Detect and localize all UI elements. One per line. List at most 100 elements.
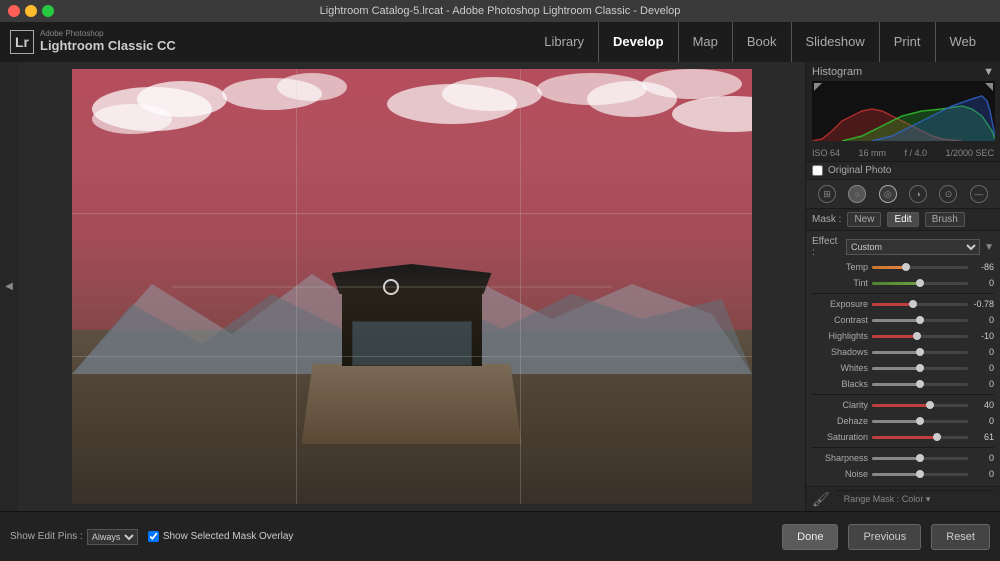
saturation-handle[interactable] <box>933 433 941 441</box>
dehaze-track[interactable] <box>872 420 968 423</box>
effect-select[interactable]: Custom <box>846 239 980 255</box>
histogram-triangle[interactable]: ▼ <box>983 66 994 78</box>
temp-handle[interactable] <box>902 263 910 271</box>
original-photo-checkbox[interactable] <box>812 165 823 176</box>
dehaze-handle[interactable] <box>916 417 924 425</box>
blacks-track[interactable] <box>872 383 968 386</box>
paintbrush-icon[interactable]: 🖌 <box>812 491 830 508</box>
show-overlay-label: Show Selected Mask Overlay <box>163 531 294 542</box>
contrast-label: Contrast <box>812 315 872 325</box>
temp-slider-row: Temp -86 <box>806 259 1000 275</box>
exposure-handle[interactable] <box>909 300 917 308</box>
graduated-filter-tool[interactable]: ◑ <box>909 185 927 203</box>
tint-handle[interactable] <box>916 279 924 287</box>
radial-filter-tool[interactable]: ⊙ <box>939 185 957 203</box>
mask-center-point[interactable] <box>383 279 399 295</box>
mask-row: Mask : New Edit Brush <box>806 209 1000 231</box>
reset-button[interactable]: Reset <box>931 524 990 550</box>
nav-web[interactable]: Web <box>936 22 991 62</box>
contrast-track[interactable] <box>872 319 968 322</box>
previous-button[interactable]: Previous <box>848 524 921 550</box>
whites-slider-row: Whites 0 <box>806 360 1000 376</box>
highlights-track[interactable] <box>872 335 968 338</box>
minimize-button[interactable] <box>25 5 37 17</box>
sharpness-value: 0 <box>968 453 994 463</box>
whites-track[interactable] <box>872 367 968 370</box>
traffic-lights <box>8 5 54 17</box>
mask-edit-button[interactable]: Edit <box>887 212 918 227</box>
shutter-speed: 1/2000 SEC <box>945 148 994 158</box>
always-select[interactable]: Always <box>87 529 138 545</box>
blacks-fill <box>872 383 920 386</box>
guide-horizontal-2 <box>72 356 752 357</box>
nav-book[interactable]: Book <box>733 22 792 62</box>
nav-print[interactable]: Print <box>880 22 936 62</box>
left-arrow-icon: ◀ <box>5 281 13 292</box>
clarity-value: 40 <box>968 400 994 410</box>
red-eye-tool[interactable]: ◎ <box>879 185 897 203</box>
blacks-label: Blacks <box>812 379 872 389</box>
right-panel: Histogram ▼ <box>805 62 1000 511</box>
crop-tool[interactable]: ⊞ <box>818 185 836 203</box>
left-panel-toggle[interactable]: ◀ <box>0 62 18 511</box>
contrast-handle[interactable] <box>916 316 924 324</box>
exposure-track[interactable] <box>872 303 968 306</box>
clarity-handle[interactable] <box>926 401 934 409</box>
histogram-svg <box>812 81 995 141</box>
blacks-handle[interactable] <box>916 380 924 388</box>
window-title: Lightroom Catalog-5.lrcat - Adobe Photos… <box>320 5 681 17</box>
highlights-fill <box>872 335 917 338</box>
noise-handle[interactable] <box>916 470 924 478</box>
exposure-label: Exposure <box>812 299 872 309</box>
maximize-button[interactable] <box>42 5 54 17</box>
mask-brush-button[interactable]: Brush <box>925 212 965 227</box>
effect-label: Effect : <box>812 236 842 258</box>
clarity-track[interactable] <box>872 404 968 407</box>
sharpness-track[interactable] <box>872 457 968 460</box>
contrast-value: 0 <box>968 315 994 325</box>
photo-canvas <box>72 69 752 504</box>
mask-new-button[interactable]: New <box>847 212 881 227</box>
nav-map[interactable]: Map <box>679 22 733 62</box>
divider-2 <box>812 394 994 395</box>
range-mask-label[interactable]: Range Mask : Color ▾ <box>844 494 986 505</box>
shadows-handle[interactable] <box>916 348 924 356</box>
tint-track[interactable] <box>872 282 968 285</box>
highlights-value: -10 <box>968 331 994 341</box>
photo-area[interactable] <box>18 62 805 511</box>
whites-value: 0 <box>968 363 994 373</box>
lr-title: Lightroom Classic CC <box>40 39 176 53</box>
highlights-handle[interactable] <box>913 332 921 340</box>
spot-removal-tool[interactable]: ○ <box>848 185 866 203</box>
nav-links: Library Develop Map Book Slideshow Print… <box>530 22 990 62</box>
adjustment-brush-tool[interactable]: — <box>970 185 988 203</box>
lr-logo: Lr Adobe Photoshop Lightroom Classic CC <box>10 30 176 54</box>
noise-track[interactable] <box>872 473 968 476</box>
temp-value: -86 <box>968 262 994 272</box>
nav-library[interactable]: Library <box>530 22 599 62</box>
exposure-slider-row: Exposure -0.78 <box>806 296 1000 312</box>
nav-slideshow[interactable]: Slideshow <box>792 22 880 62</box>
close-button[interactable] <box>8 5 20 17</box>
done-button[interactable]: Done <box>782 524 838 550</box>
show-overlay-checkbox[interactable] <box>148 531 159 542</box>
guide-horizontal-1 <box>72 213 752 214</box>
whites-handle[interactable] <box>916 364 924 372</box>
effect-expand-icon[interactable]: ▼ <box>984 242 994 253</box>
saturation-label: Saturation <box>812 432 872 442</box>
guide-vertical-1 <box>296 69 297 504</box>
histogram-canvas <box>812 81 995 141</box>
shadows-value: 0 <box>968 347 994 357</box>
saturation-track[interactable] <box>872 436 968 439</box>
noise-fill <box>872 473 920 476</box>
temp-track[interactable] <box>872 266 968 269</box>
histogram-corner-left <box>814 83 822 91</box>
nav-develop[interactable]: Develop <box>599 22 679 62</box>
show-overlay-row: Show Selected Mask Overlay <box>148 531 294 542</box>
noise-value: 0 <box>968 469 994 479</box>
shadows-label: Shadows <box>812 347 872 357</box>
show-edit-pins-row: Show Edit Pins : Always <box>10 529 138 545</box>
sharpness-handle[interactable] <box>916 454 924 462</box>
shadows-track[interactable] <box>872 351 968 354</box>
tint-value: 0 <box>968 278 994 288</box>
